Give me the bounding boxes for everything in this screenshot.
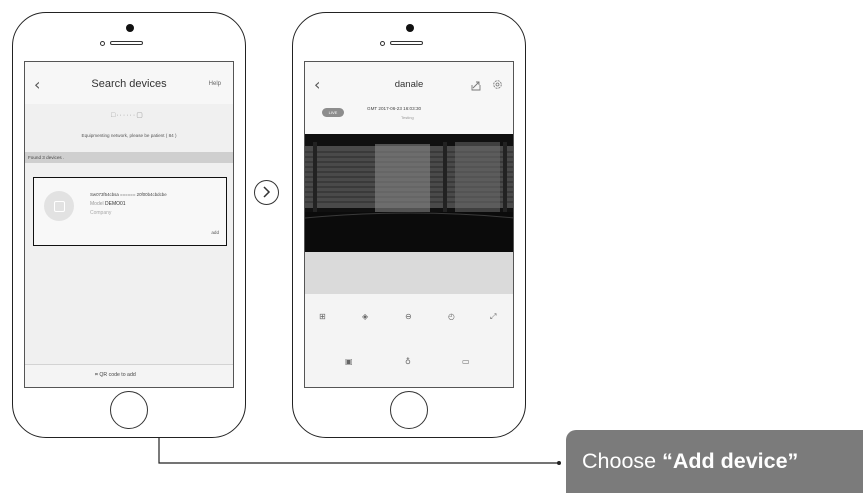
qr-add-bar[interactable]: ⌗ QR code to add [25,364,233,387]
next-arrow-icon [254,180,279,205]
qr-label: QR code to add [99,372,136,378]
front-camera [100,41,105,46]
callout-emphasis: “Add device” [662,449,799,473]
help-link[interactable]: Help [209,81,221,87]
pairing-icon: □······▢ [111,112,144,119]
qr-row: ⌗ QR code to add [95,372,136,379]
timestamp: GMT 2017-06-23 16:03:30 [367,106,422,111]
live-view-screen: ‹ danale LIVE GMT 2017-06-23 16:03:30 Te… [304,61,514,388]
device-avatar [44,191,74,221]
phone-search-devices: ‹ Search devices Help □······▢ Equipment… [12,12,246,438]
search-devices-screen: ‹ Search devices Help □······▢ Equipment… [24,61,234,388]
control-panel: ⊞ ◈ ⊖ ◴ ⤢ ▣ ♁ ▭ [305,294,513,387]
snapshot-icon[interactable]: ▣ [345,357,353,366]
grid-icon[interactable]: ⊞ [319,312,326,321]
video-placeholder-area [305,252,513,294]
qr-scan-icon: ⌗ [95,372,98,378]
status-text: Equipmenting network, please be patient … [81,133,177,138]
device-serial: Sw073f54cbsa ====== 20f00b4cbdcbe [90,192,167,197]
microphone-icon[interactable]: ♁ [405,357,411,366]
fullscreen-icon[interactable]: ⤢ [490,312,496,322]
callout-prefix: Choose [582,449,663,473]
nav-bar: ‹ danale LIVE GMT 2017-06-23 16:03:30 Te… [305,62,513,134]
add-device-button[interactable]: add [211,230,219,235]
page-title: danale [394,79,424,90]
share-icon[interactable] [471,78,481,96]
home-button[interactable] [110,391,148,429]
speaker-dot [126,24,134,32]
record-icon[interactable]: ▭ [462,357,470,366]
callout-text: Choose “Add device” [582,449,798,474]
found-devices-header: Found 3 devices . [25,152,233,163]
brightness-icon[interactable]: ◈ [362,312,368,321]
phone-live-view: ‹ danale LIVE GMT 2017-06-23 16:03:30 Te… [292,12,526,438]
video-frame [305,134,513,252]
model-label: Model [90,201,104,207]
live-badge: LIVE [322,108,344,117]
device-model: Model DEMO01 [90,201,126,207]
stream-status: Testing [401,115,414,120]
nav-bar: ‹ Search devices Help [25,62,233,104]
home-button[interactable] [390,391,428,429]
zoom-icon[interactable]: ⊖ [405,312,412,321]
instruction-callout: Choose “Add device” [566,430,863,493]
speaker-dot [406,24,414,32]
settings-icon[interactable] [492,77,503,95]
earpiece [110,41,143,45]
page-title: Search devices [91,78,167,90]
device-card[interactable]: Sw073f54cbsa ====== 20f00b4cbdcbe Model … [33,177,227,246]
model-value: DEMO01 [105,201,126,207]
earpiece [390,41,423,45]
camera-video-feed[interactable] [305,134,513,252]
front-camera [380,41,385,46]
device-company: Company [90,210,112,216]
timer-icon[interactable]: ◴ [448,312,455,321]
